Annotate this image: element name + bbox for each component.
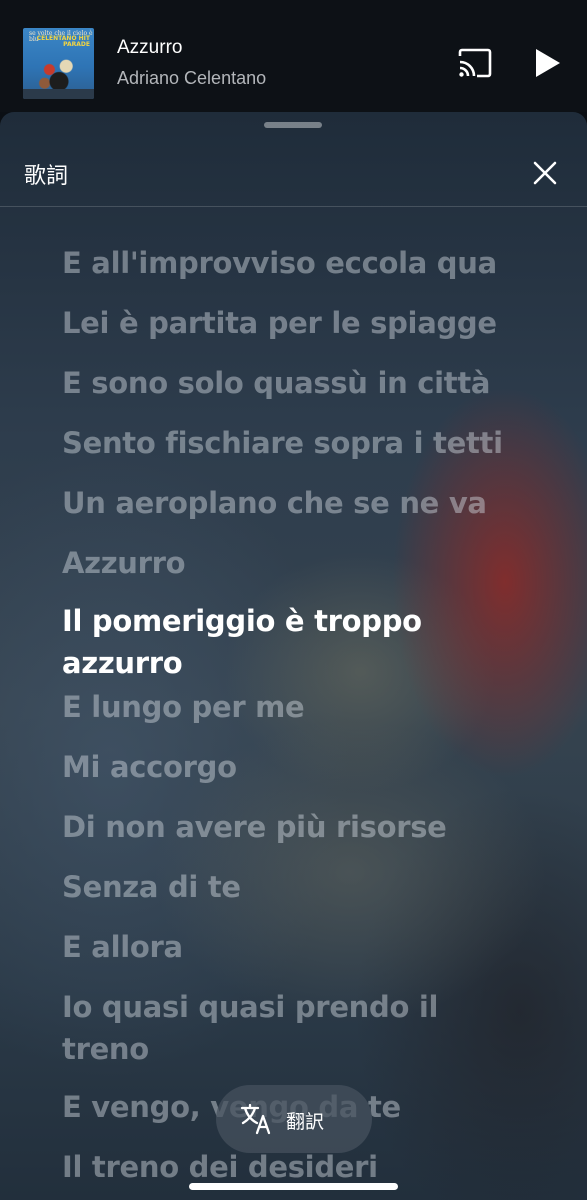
lyrics-header-title: 歌詞 [24, 163, 69, 188]
close-icon [533, 161, 557, 185]
translate-button[interactable]: 翻訳 [216, 1085, 372, 1153]
lyric-line[interactable]: E lungo per me [62, 686, 532, 728]
lyric-line[interactable]: Un aeroplano che se ne va [62, 482, 532, 524]
track-artist: Adriano Celentano [117, 68, 267, 88]
close-button[interactable] [530, 158, 560, 188]
lyric-line[interactable]: Senza di te [62, 866, 532, 908]
lyric-line[interactable]: Lei è partita per le spiagge [62, 302, 532, 344]
lyrics-list: E all'improvviso eccola qua Lei è partita… [0, 208, 587, 1200]
lyric-line[interactable]: Sento fischiare sopra i tetti [62, 422, 532, 464]
lyrics-sheet: 歌詞 E all'improvviso eccola qua Lei è part… [0, 112, 587, 1200]
album-art-figure [35, 56, 83, 90]
album-art-band [23, 89, 94, 99]
lyric-line[interactable]: Mi accorgo [62, 746, 532, 788]
lyric-line[interactable]: E allora [62, 926, 532, 968]
lyric-line[interactable]: Azzurro [62, 542, 532, 584]
album-art[interactable]: se volte che il cielo è blu CELENTANO HI… [23, 28, 94, 99]
lyric-line-current[interactable]: Il pomeriggio è troppo azzurro [62, 600, 532, 684]
album-art-text-right: CELENTANO HIT PARADE [36, 35, 90, 48]
lyric-line[interactable]: E sono solo quassù in città [62, 362, 532, 404]
translate-label: 翻訳 [286, 1112, 325, 1133]
translate-icon [240, 1103, 271, 1135]
sheet-grabber[interactable] [264, 122, 322, 128]
lyric-line[interactable]: Io quasi quasi prendo il treno [62, 986, 532, 1070]
lyric-line[interactable]: Di non avere più risorse [62, 806, 532, 848]
home-indicator[interactable] [189, 1183, 398, 1190]
play-button[interactable] [530, 46, 564, 80]
cast-icon [458, 48, 492, 78]
lyric-line[interactable]: E all'improvviso eccola qua [62, 242, 532, 284]
track-title: Azzurro [117, 37, 183, 58]
play-icon [536, 49, 560, 77]
cast-button[interactable] [457, 47, 493, 79]
lyrics-header: 歌詞 [0, 136, 587, 207]
mini-player[interactable]: se volte che il cielo è blu CELENTANO HI… [0, 0, 587, 112]
